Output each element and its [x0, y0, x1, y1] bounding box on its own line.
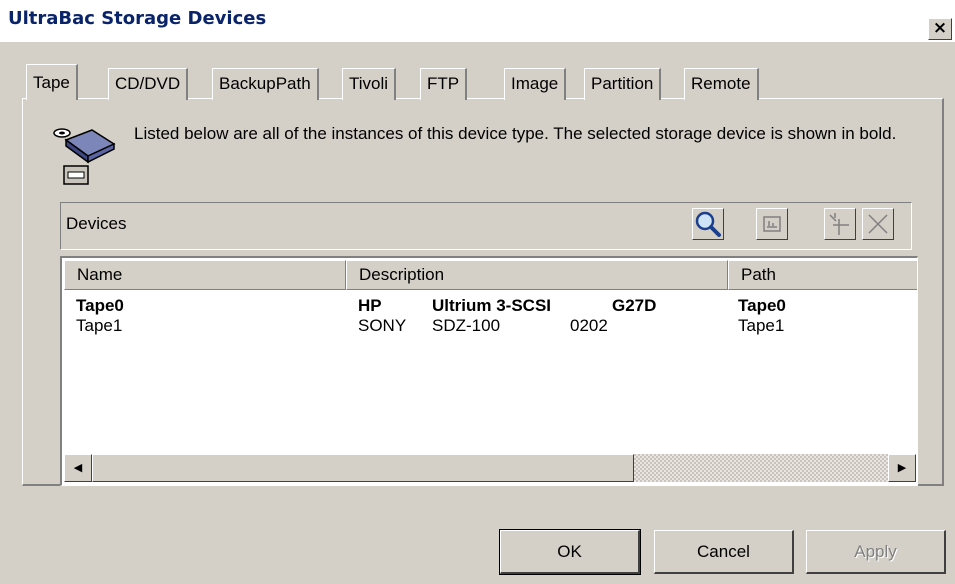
- tab-tivoli[interactable]: Tivoli: [342, 68, 397, 100]
- arrow-right-icon: ▶: [897, 462, 907, 474]
- delete-icon: [868, 214, 888, 234]
- table-row-name[interactable]: Tape0: [76, 296, 124, 316]
- table-row-path[interactable]: Tape1: [738, 316, 784, 336]
- horizontal-scrollbar[interactable]: ◀ ▶: [64, 454, 916, 482]
- table-row-vendor[interactable]: SONY: [358, 316, 406, 336]
- arrow-left-icon: ◀: [73, 462, 83, 474]
- tab-tape[interactable]: Tape: [26, 64, 78, 100]
- tab-partition[interactable]: Partition: [584, 68, 662, 100]
- add-device-icon: [829, 213, 849, 235]
- search-button[interactable]: [692, 208, 724, 240]
- tape-drive-icon: [53, 128, 116, 185]
- table-row-name[interactable]: Tape1: [76, 316, 122, 336]
- tab-remote[interactable]: Remote: [684, 68, 759, 100]
- add-device-button[interactable]: [824, 208, 856, 240]
- cancel-button[interactable]: Cancel: [654, 530, 794, 574]
- column-header-path[interactable]: Path: [728, 260, 917, 290]
- apply-button[interactable]: Apply: [806, 530, 946, 574]
- table-row-model[interactable]: SDZ-100: [432, 316, 500, 336]
- delete-button[interactable]: [862, 208, 894, 240]
- column-header-description[interactable]: Description: [346, 260, 728, 290]
- description-text: Listed below are all of the instances of…: [134, 124, 897, 143]
- tab-backuppath[interactable]: BackupPath: [212, 68, 319, 100]
- table-row-revision[interactable]: G27D: [612, 296, 656, 316]
- properties-button[interactable]: [756, 208, 788, 240]
- search-icon: [695, 211, 721, 237]
- ok-button[interactable]: OK: [499, 529, 641, 575]
- close-button[interactable]: ×: [928, 18, 952, 40]
- scrollbar-thumb[interactable]: [92, 454, 634, 482]
- tab-ftp[interactable]: FTP: [420, 68, 468, 100]
- table-row-vendor[interactable]: HP: [358, 296, 382, 316]
- devices-label: Devices: [66, 214, 127, 233]
- devices-list[interactable]: Name Description Path Tape0 HP Ultrium 3…: [60, 256, 918, 486]
- window-title: UltraBac Storage Devices: [8, 8, 267, 29]
- tab-image[interactable]: Image: [504, 68, 567, 100]
- scroll-left-button[interactable]: ◀: [64, 454, 92, 482]
- properties-icon: [763, 216, 781, 232]
- tab-cd-dvd[interactable]: CD/DVD: [108, 68, 189, 100]
- table-row-path[interactable]: Tape0: [738, 296, 786, 316]
- scroll-right-button[interactable]: ▶: [888, 454, 916, 482]
- table-row-model[interactable]: Ultrium 3-SCSI: [432, 296, 551, 316]
- column-header-name[interactable]: Name: [64, 260, 346, 290]
- table-row-revision[interactable]: 0202: [570, 316, 608, 336]
- title-bar: UltraBac Storage Devices ×: [0, 0, 955, 42]
